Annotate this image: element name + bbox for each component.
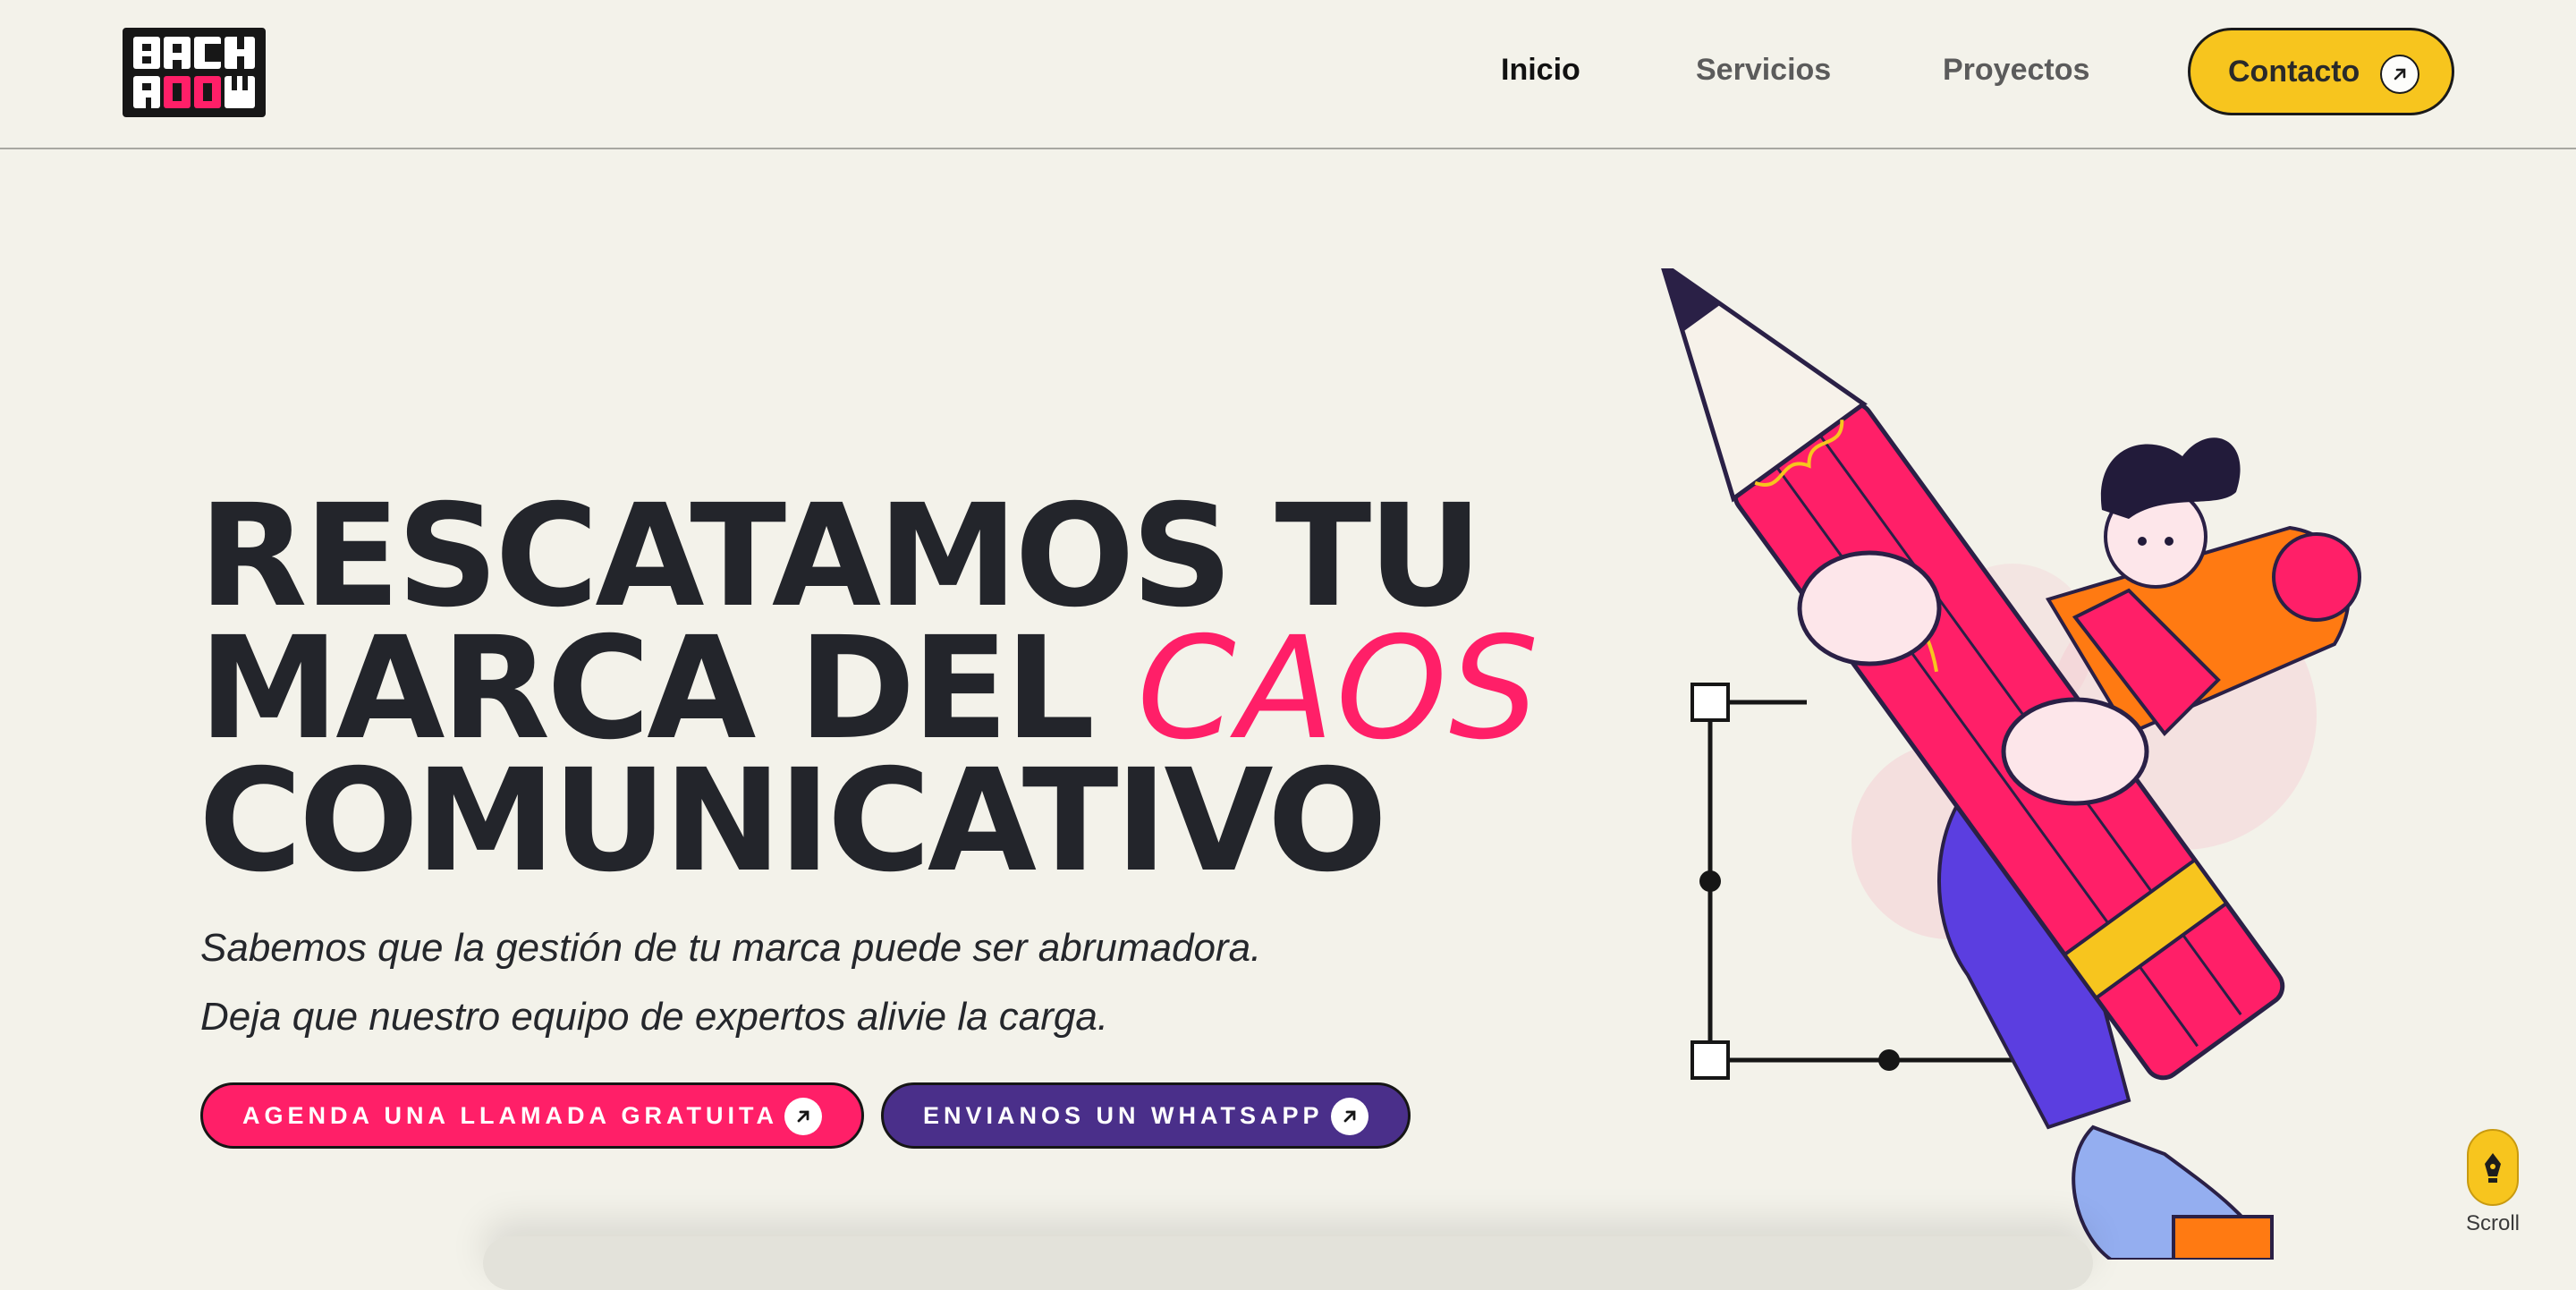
site-header: Inicio Servicios Proyectos Contacto bbox=[0, 0, 2576, 149]
content-card-edge bbox=[483, 1236, 2093, 1290]
hero-subtitle-line2: Deja que nuestro equipo de expertos aliv… bbox=[200, 995, 1109, 1039]
hero-title: RESCATAMOS TU MARCA DEL CAOS COMUNICATIV… bbox=[199, 486, 1540, 892]
scroll-indicator[interactable]: Scroll bbox=[2462, 1129, 2524, 1236]
hero-subtitle-line1: Sabemos que la gestión de tu marca puede… bbox=[200, 926, 1262, 970]
arrow-up-right-icon bbox=[784, 1098, 822, 1135]
nav-servicios[interactable]: Servicios bbox=[1696, 52, 1831, 88]
whatsapp-label: ENVIANOS UN WHATSAPP bbox=[923, 1101, 1324, 1129]
nav-inicio[interactable]: Inicio bbox=[1501, 52, 1580, 88]
pen-nib-icon bbox=[2467, 1129, 2519, 1206]
schedule-call-button[interactable]: AGENDA UNA LLAMADA GRATUITA bbox=[200, 1082, 864, 1149]
contact-button[interactable]: Contacto bbox=[2188, 28, 2454, 115]
contact-button-label: Contacto bbox=[2228, 54, 2360, 89]
schedule-call-label: AGENDA UNA LLAMADA GRATUITA bbox=[242, 1101, 778, 1129]
whatsapp-button[interactable]: ENVIANOS UN WHATSAPP bbox=[881, 1082, 1411, 1149]
arrow-up-right-icon bbox=[2380, 55, 2419, 94]
scroll-label: Scroll bbox=[2465, 1211, 2520, 1235]
arrow-up-right-icon bbox=[1331, 1098, 1368, 1135]
logo-mark bbox=[126, 31, 262, 114]
nav-proyectos[interactable]: Proyectos bbox=[1943, 52, 2089, 88]
backroom-logo[interactable] bbox=[123, 28, 266, 117]
hero-title-line3: COMUNICATIVO bbox=[199, 739, 1387, 904]
hero-illustration bbox=[1628, 257, 2397, 1261]
